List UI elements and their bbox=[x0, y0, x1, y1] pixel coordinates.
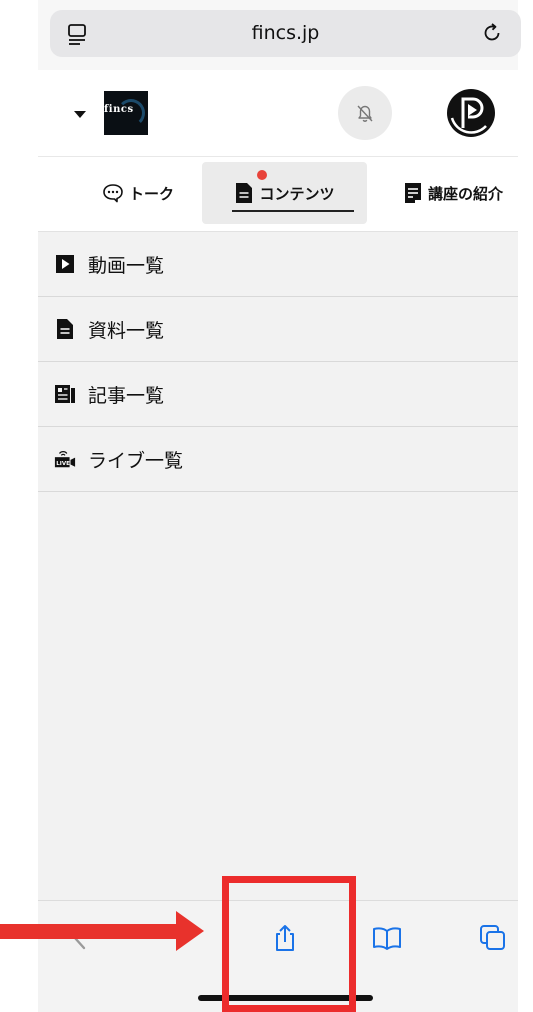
content-list: 動画一覧 資料一覧 記事一覧 LIVE ライブ一覧 bbox=[38, 232, 518, 837]
list-item-label: 動画一覧 bbox=[88, 254, 165, 277]
annotation-arrow-head bbox=[176, 911, 204, 951]
tab-content[interactable]: コンテンツ bbox=[202, 162, 367, 224]
site-header: fincs bbox=[38, 70, 518, 157]
phone-screen: fincs.jp fincs トーク コンテンツ 講座の紹介 動画一覧 資料一覧… bbox=[38, 0, 521, 1012]
caret-down-icon[interactable] bbox=[74, 111, 86, 118]
list-item-documents[interactable]: 資料一覧 bbox=[38, 297, 518, 362]
document-icon bbox=[236, 183, 253, 203]
list-item-videos[interactable]: 動画一覧 bbox=[38, 232, 518, 297]
url-text[interactable]: fincs.jp bbox=[50, 22, 521, 44]
list-item-articles[interactable]: 記事一覧 bbox=[38, 362, 518, 427]
tab-talk-label: トーク bbox=[128, 184, 174, 203]
logo-text: fincs bbox=[104, 104, 134, 115]
chat-bubble-icon bbox=[103, 184, 123, 203]
active-tab-underline bbox=[232, 210, 354, 212]
tab-course-intro[interactable]: 講座の紹介 bbox=[388, 162, 518, 224]
avatar-icon[interactable] bbox=[446, 88, 496, 138]
tab-talk[interactable]: トーク bbox=[68, 162, 208, 224]
svg-text:LIVE: LIVE bbox=[56, 461, 70, 467]
play-square-icon bbox=[54, 253, 76, 275]
tab-bar: トーク コンテンツ 講座の紹介 bbox=[38, 157, 518, 232]
tabs-icon[interactable] bbox=[478, 923, 508, 953]
site-logo[interactable]: fincs bbox=[104, 91, 148, 135]
annotation-arrow-shaft bbox=[0, 924, 180, 939]
list-item-live[interactable]: LIVE ライブ一覧 bbox=[38, 427, 518, 492]
document-icon bbox=[54, 318, 76, 340]
book-open-icon[interactable] bbox=[372, 923, 402, 953]
notification-toggle-button[interactable] bbox=[338, 86, 392, 140]
live-camera-icon: LIVE bbox=[54, 448, 76, 470]
tab-content-label: コンテンツ bbox=[259, 184, 335, 203]
tab-course-intro-label: 講座の紹介 bbox=[427, 184, 503, 203]
address-bar[interactable]: fincs.jp bbox=[50, 10, 521, 57]
list-item-label: 記事一覧 bbox=[88, 384, 165, 407]
list-item-label: 資料一覧 bbox=[88, 319, 165, 342]
list-item-label: ライブ一覧 bbox=[88, 449, 184, 472]
annotation-highlight-box bbox=[222, 876, 356, 1012]
notification-dot bbox=[257, 170, 267, 180]
address-bar-area: fincs.jp bbox=[38, 0, 521, 70]
reload-icon[interactable] bbox=[481, 22, 503, 44]
book-icon bbox=[404, 183, 421, 203]
bell-slash-icon bbox=[357, 105, 373, 122]
newspaper-icon bbox=[54, 383, 76, 405]
